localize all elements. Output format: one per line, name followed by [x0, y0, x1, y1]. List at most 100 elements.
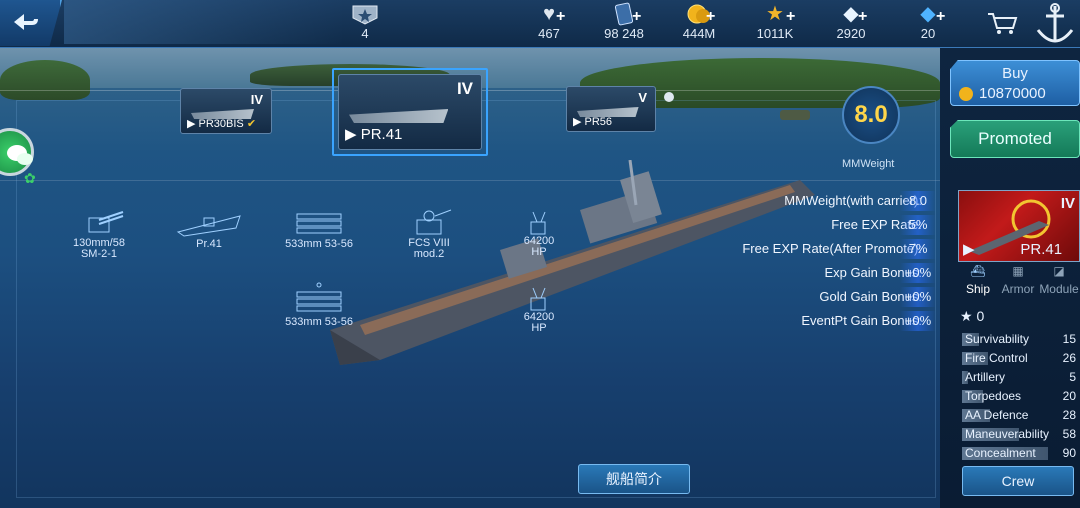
hull-icon — [176, 215, 241, 237]
anchor-menu-icon[interactable] — [1030, 0, 1080, 55]
diamond-resource[interactable]: ◆ + 2920 — [828, 2, 874, 46]
portrait-tier: IV — [1060, 195, 1075, 212]
armor-tab-icon: ▦ — [1012, 264, 1024, 278]
stat-value: +0% — [900, 287, 936, 307]
rank-resource[interactable]: 4 — [340, 2, 390, 46]
gold-resource[interactable]: + 444M — [674, 2, 724, 46]
weapon-sublabel: mod.2 — [413, 248, 445, 260]
stat-value: +0% — [900, 263, 936, 283]
info-tabs: ⛴ Ship ▦ Armor ◪ Module — [958, 264, 1080, 300]
promoted-button[interactable]: Promoted — [950, 120, 1080, 158]
attr-value: 90 — [1062, 446, 1076, 460]
attr-value: 58 — [1062, 427, 1076, 441]
star-value: 1011K — [756, 26, 794, 41]
mmweight-label: MMWeight — [842, 158, 895, 170]
card-value: 98 248 — [604, 26, 644, 41]
card-plus-icon[interactable]: + — [632, 8, 641, 26]
ship-thumbnail — [349, 109, 449, 123]
attr-value: 5 — [1069, 370, 1076, 384]
ship-tier: IV — [456, 79, 473, 98]
aa-gun-icon — [530, 211, 546, 235]
ship-portrait[interactable]: IV ▶ PR.41 — [958, 190, 1080, 262]
attr-label: AA Defence — [965, 408, 1029, 422]
card-icon — [594, 2, 654, 26]
weapon-sublabel: HP — [531, 322, 547, 334]
gold-plus-icon[interactable]: + — [706, 8, 715, 26]
weapon-fcs[interactable]: FCS VIII mod.2 — [384, 208, 474, 260]
back-button[interactable] — [0, 0, 62, 46]
weapon-aa-1[interactable]: 64200 HP — [494, 210, 584, 258]
ship-intro-button[interactable]: 舰船简介 — [578, 464, 690, 494]
attr-label: Artillery — [965, 370, 1006, 384]
heart-plus-icon[interactable]: + — [556, 8, 565, 26]
portrait-name: ▶ PR.41 — [963, 241, 1063, 258]
card-resource[interactable]: + 98 248 — [594, 2, 654, 46]
attr-label: Torpedoes — [965, 389, 1022, 403]
gold-value: 444M — [682, 26, 716, 41]
star-plus-icon[interactable]: + — [786, 8, 795, 26]
tab-armor[interactable]: ▦ Armor — [998, 264, 1038, 300]
attr-label: Fire Control — [965, 351, 1028, 365]
crew-button[interactable]: Crew — [962, 466, 1074, 496]
mmweight-badge: 8.0 — [842, 86, 900, 144]
stat-label: Free EXP Rate(After Promote): — [742, 241, 922, 256]
weapon-sublabel: SM-2-1 — [80, 248, 118, 260]
ship-tab-icon: ⛴ — [970, 264, 986, 278]
ship-name-text: PR.41 — [360, 126, 403, 143]
attr-value: 20 — [1062, 389, 1076, 403]
weapon-torpedo-2[interactable]: 533mm 53-56 — [274, 282, 364, 328]
ship-card-pr56[interactable]: V ▶ PR56 — [566, 86, 656, 132]
shop-cart-icon[interactable] — [986, 10, 1018, 41]
torpedo-icon — [296, 282, 342, 312]
star-resource[interactable]: ★ + 1011K — [750, 2, 800, 46]
diamond-plus-icon[interactable]: + — [858, 8, 867, 26]
ship-tier: IV — [250, 92, 263, 107]
rating-value: 0 — [976, 308, 985, 324]
weapon-sublabel: HP — [531, 246, 547, 258]
weapon-label: 533mm 53-56 — [285, 238, 353, 250]
attr-value: 15 — [1062, 332, 1076, 346]
checkmark-icon: ✔ — [246, 118, 257, 130]
ship-card-pr41[interactable]: IV ▶ PR.41 — [338, 74, 482, 150]
weapon-main-gun[interactable]: 130mm/58 SM-2-1 — [54, 208, 144, 260]
tab-ship[interactable]: ⛴ Ship — [958, 264, 998, 300]
ship-model — [330, 160, 815, 365]
buy-price: 10870000 — [979, 85, 1046, 102]
stat-value: 7% — [900, 239, 936, 259]
ship-name-text: PR56 — [584, 116, 613, 128]
attr-aa-defence: AA Defence 28 — [962, 407, 1078, 423]
buy-label: Buy — [1002, 65, 1028, 82]
attr-survivability: Survivability 15 — [962, 331, 1078, 347]
ship-rating: ★ 0 — [960, 308, 984, 325]
diamond-value: 2920 — [836, 26, 866, 41]
ship-tier: V — [638, 90, 647, 105]
attr-label: Maneuverability — [965, 427, 1050, 441]
crystal-resource[interactable]: ◆ + 20 — [908, 2, 948, 46]
rank-badge-icon — [340, 2, 390, 26]
weapon-hull[interactable]: Pr.41 — [164, 210, 254, 250]
torpedo-icon — [296, 213, 342, 234]
rank-value: 4 — [361, 26, 369, 41]
stat-value: 8.0 — [900, 191, 936, 211]
gun-turret-icon — [88, 211, 124, 233]
attr-torpedoes: Torpedoes 20 — [962, 388, 1078, 404]
buy-button[interactable]: Buy 10870000 — [950, 60, 1080, 106]
weapon-torpedo-1[interactable]: 533mm 53-56 — [274, 208, 364, 250]
mmweight-value: 8.0 — [854, 101, 888, 128]
tab-module[interactable]: ◪ Module — [1038, 264, 1080, 300]
back-arrow-icon — [14, 14, 38, 30]
crystal-value: 20 — [920, 26, 936, 41]
weapon-aa-2[interactable]: 64200 HP — [494, 286, 584, 334]
top-bar: 4 ♥ + 467 + 98 248 + 444M ★ + 1011K ◆ + … — [0, 0, 1080, 48]
ship-name: ▶ PR56 — [573, 116, 613, 128]
attr-fire-control: Fire Control 26 — [962, 350, 1078, 366]
ship-name: ▶ PR.41 — [345, 126, 403, 143]
heart-resource[interactable]: ♥ + 467 — [524, 2, 574, 46]
crystal-plus-icon[interactable]: + — [936, 8, 945, 26]
ship-card-pr30bis[interactable]: IV ▶ PR30BIS ✔ — [180, 88, 272, 134]
aa-gun-icon — [530, 287, 546, 311]
island-left — [0, 60, 90, 100]
attr-artillery: Artillery 5 — [962, 369, 1078, 385]
attr-maneuverability: Maneuverability 58 — [962, 426, 1078, 442]
ship-name-text: PR30BIS — [198, 118, 244, 130]
